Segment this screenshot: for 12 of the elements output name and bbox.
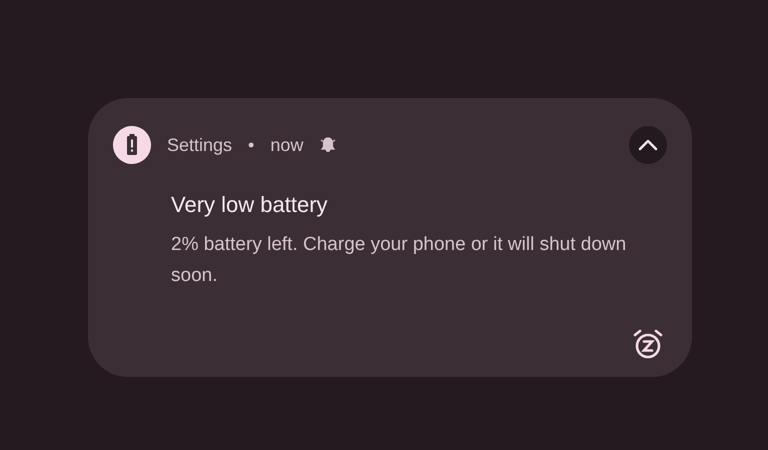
notification-card[interactable]: Settings • now Very low battery 2% battery left. Charge your phone or it will shut down soon. — [88, 98, 692, 377]
chevron-icon — [638, 139, 658, 151]
battery-alert-icon — [113, 126, 151, 164]
separator: • — [248, 134, 254, 156]
snooze-button[interactable] — [631, 327, 665, 361]
bell-icon — [319, 136, 338, 154]
timestamp: now — [270, 134, 304, 156]
alarm-clock-icon — [631, 327, 665, 361]
notification-text: 2% battery left. Charge your phone or it will shut down soon. — [171, 233, 628, 288]
app-name: Settings — [167, 134, 232, 157]
collapse-button[interactable] — [629, 126, 667, 164]
notification-title: Very low battery — [171, 191, 329, 219]
